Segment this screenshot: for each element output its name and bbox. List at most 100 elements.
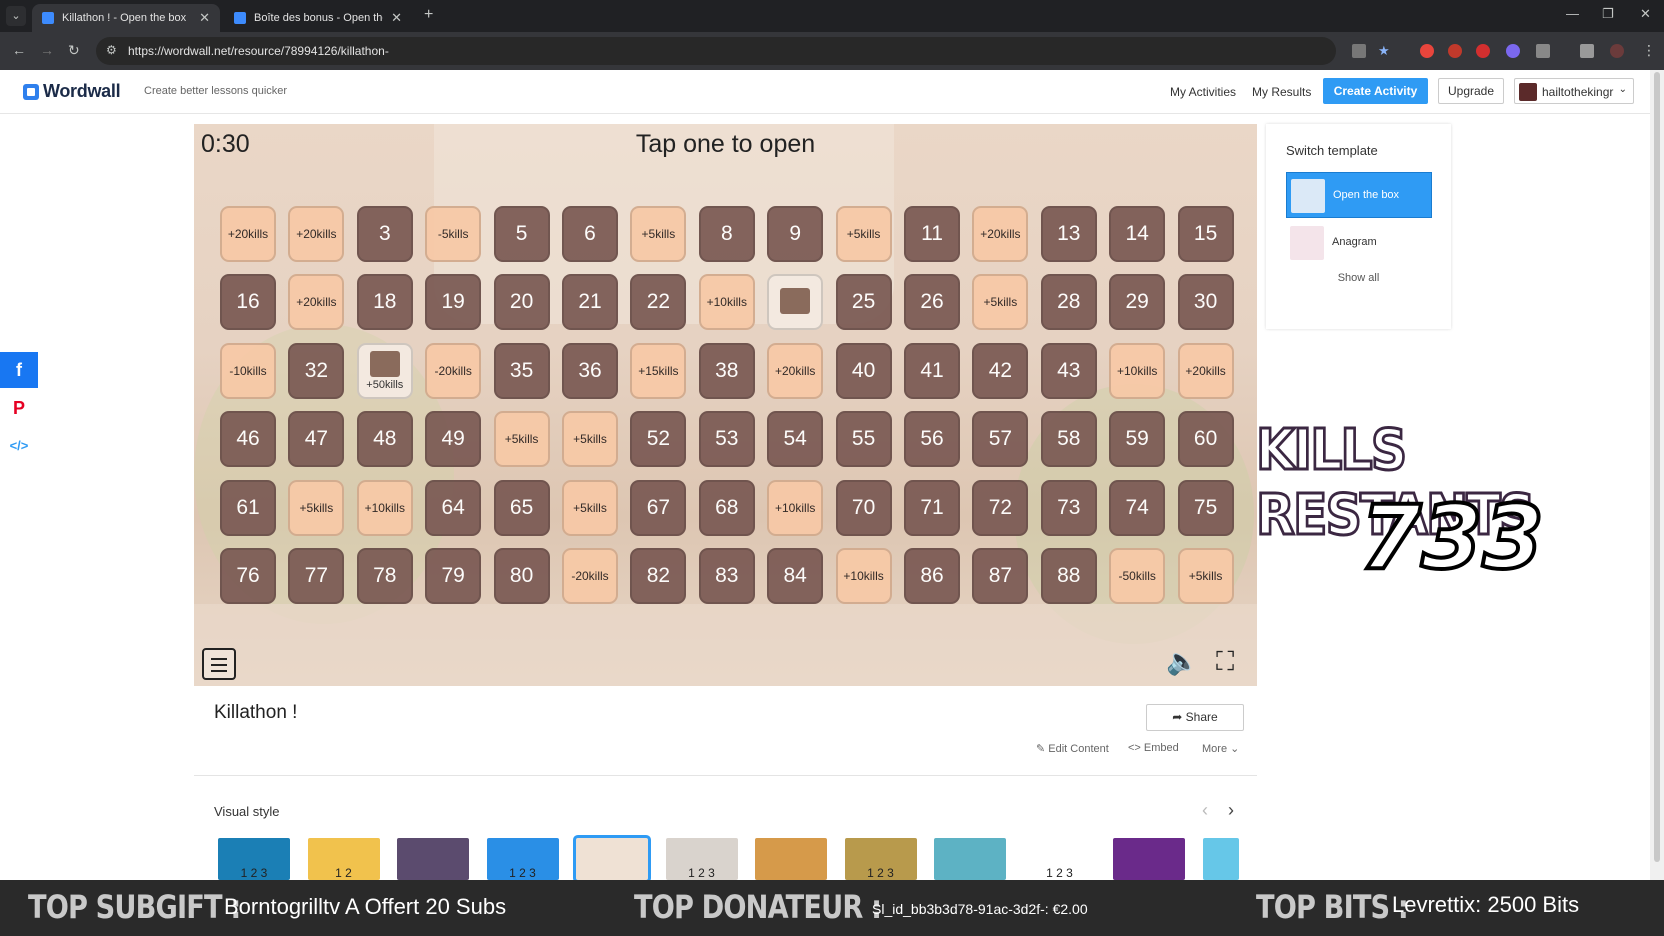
my-activities-link[interactable]: My Activities xyxy=(1170,85,1236,99)
media-icon[interactable] xyxy=(1580,44,1594,58)
box-16[interactable]: 16 xyxy=(220,274,276,331)
visual-style-thumb[interactable]: 1 2 xyxy=(307,838,380,880)
profile-avatar[interactable] xyxy=(1610,44,1624,58)
back-icon[interactable]: ← xyxy=(12,42,26,58)
visual-style-thumb[interactable]: 1 2 3 xyxy=(218,838,290,880)
site-logo[interactable]: Wordwall xyxy=(43,81,121,102)
my-results-link[interactable]: My Results xyxy=(1252,85,1311,99)
box-51[interactable]: +5kills xyxy=(562,411,618,468)
box-43[interactable]: 43 xyxy=(1040,342,1097,399)
box-50[interactable]: +5kills xyxy=(493,411,550,468)
share-button[interactable]: ➦ Share xyxy=(1146,704,1244,731)
visual-style-thumb[interactable] xyxy=(1113,838,1185,880)
user-menu[interactable]: hailtothekingr ⌄ xyxy=(1514,78,1634,104)
box-78[interactable]: 78 xyxy=(356,548,413,604)
box-42[interactable]: 42 xyxy=(972,342,1029,399)
extension-icon[interactable] xyxy=(1476,44,1490,58)
create-activity-button[interactable]: Create Activity xyxy=(1323,78,1428,104)
box-29[interactable]: 29 xyxy=(1109,274,1166,331)
forward-icon[interactable]: → xyxy=(40,42,54,58)
tab-boite-bonus[interactable]: Boîte des bonus - Open the bo ✕ xyxy=(224,4,412,32)
box-4[interactable]: -5kills xyxy=(425,206,482,262)
box-84[interactable]: 84 xyxy=(767,548,824,604)
box-10[interactable]: +5kills xyxy=(835,206,892,262)
visual-style-thumb[interactable] xyxy=(397,838,469,880)
visual-style-thumb[interactable]: 1 2 3 xyxy=(665,838,738,880)
box-7[interactable]: +5kills xyxy=(630,206,687,262)
box-60[interactable]: 60 xyxy=(1177,411,1234,468)
box-34[interactable]: -20kills xyxy=(425,342,482,399)
extension-icon[interactable] xyxy=(1506,44,1520,58)
box-61[interactable]: 61 xyxy=(220,479,276,536)
box-18[interactable]: 18 xyxy=(356,274,413,331)
box-33[interactable]: +50kills xyxy=(356,342,413,399)
box-90[interactable]: +5kills xyxy=(1177,548,1234,604)
box-22[interactable]: 22 xyxy=(630,274,687,331)
box-54[interactable]: 54 xyxy=(767,411,824,468)
extension-icon[interactable] xyxy=(1420,44,1434,58)
box-64[interactable]: 64 xyxy=(425,479,482,536)
box-65[interactable]: 65 xyxy=(493,479,550,536)
box-80[interactable]: 80 xyxy=(493,548,550,604)
box-53[interactable]: 53 xyxy=(698,411,755,468)
extension-icon[interactable] xyxy=(1448,44,1462,58)
box-13[interactable]: 13 xyxy=(1040,206,1097,262)
box-40[interactable]: 40 xyxy=(835,342,892,399)
box-82[interactable]: 82 xyxy=(630,548,687,604)
box-12[interactable]: +20kills xyxy=(972,206,1029,262)
box-55[interactable]: 55 xyxy=(835,411,892,468)
box-87[interactable]: 87 xyxy=(972,548,1029,604)
box-19[interactable]: 19 xyxy=(425,274,482,331)
close-tab-icon[interactable]: ✕ xyxy=(391,10,402,26)
box-9[interactable]: 9 xyxy=(767,206,824,262)
box-11[interactable]: 11 xyxy=(904,206,960,262)
box-75[interactable]: 75 xyxy=(1177,479,1234,536)
site-info-icon[interactable]: ⚙ xyxy=(106,43,117,57)
box-26[interactable]: 26 xyxy=(904,274,960,331)
box-37[interactable]: +15kills xyxy=(630,342,687,399)
more-menu[interactable]: More ⌄ xyxy=(1202,742,1239,755)
box-15[interactable]: 15 xyxy=(1177,206,1234,262)
browser-menu-icon[interactable]: ⋮ xyxy=(1642,42,1656,59)
box-21[interactable]: 21 xyxy=(562,274,618,331)
translate-icon[interactable] xyxy=(1352,44,1366,58)
new-tab-icon[interactable]: + xyxy=(424,6,433,24)
box-57[interactable]: 57 xyxy=(972,411,1029,468)
box-85[interactable]: +10kills xyxy=(835,548,892,604)
wordwall-logo-icon[interactable] xyxy=(23,84,39,100)
visual-style-thumb[interactable]: 1 2 3 xyxy=(1023,838,1096,880)
box-48[interactable]: 48 xyxy=(356,411,413,468)
box-49[interactable]: 49 xyxy=(425,411,482,468)
maximize-icon[interactable]: ❐ xyxy=(1602,6,1614,22)
box-3[interactable]: 3 xyxy=(356,206,413,262)
next-arrow-icon[interactable]: › xyxy=(1228,800,1234,821)
visual-style-thumb[interactable]: 1 2 3 xyxy=(486,838,559,880)
box-47[interactable]: 47 xyxy=(288,411,345,468)
box-88[interactable]: 88 xyxy=(1040,548,1097,604)
box-67[interactable]: 67 xyxy=(630,479,687,536)
box-8[interactable]: 8 xyxy=(698,206,755,262)
embed-share-button[interactable]: </> xyxy=(0,428,38,464)
box-30[interactable]: 30 xyxy=(1177,274,1234,331)
box-86[interactable]: 86 xyxy=(904,548,960,604)
box-45[interactable]: +20kills xyxy=(1177,342,1234,399)
pinterest-share-button[interactable]: P xyxy=(0,390,38,426)
extensions-puzzle-icon[interactable] xyxy=(1536,44,1550,58)
box-81[interactable]: -20kills xyxy=(562,548,618,604)
upgrade-button[interactable]: Upgrade xyxy=(1438,78,1504,104)
box-56[interactable]: 56 xyxy=(904,411,960,468)
tab-killathon[interactable]: Killathon ! - Open the box ✕ xyxy=(32,4,220,32)
game-menu-button[interactable] xyxy=(202,648,236,680)
box-35[interactable]: 35 xyxy=(493,342,550,399)
facebook-share-button[interactable]: f xyxy=(0,352,38,388)
window-close-icon[interactable]: ✕ xyxy=(1640,6,1651,22)
prev-arrow-icon[interactable]: ‹ xyxy=(1202,800,1208,821)
visual-style-thumb[interactable]: 1 2 3 xyxy=(844,838,917,880)
box-77[interactable]: 77 xyxy=(288,548,345,604)
box-68[interactable]: 68 xyxy=(698,479,755,536)
box-24[interactable] xyxy=(767,274,824,331)
box-17[interactable]: +20kills xyxy=(288,274,345,331)
box-73[interactable]: 73 xyxy=(1040,479,1097,536)
box-32[interactable]: 32 xyxy=(288,342,345,399)
box-69[interactable]: +10kills xyxy=(767,479,824,536)
